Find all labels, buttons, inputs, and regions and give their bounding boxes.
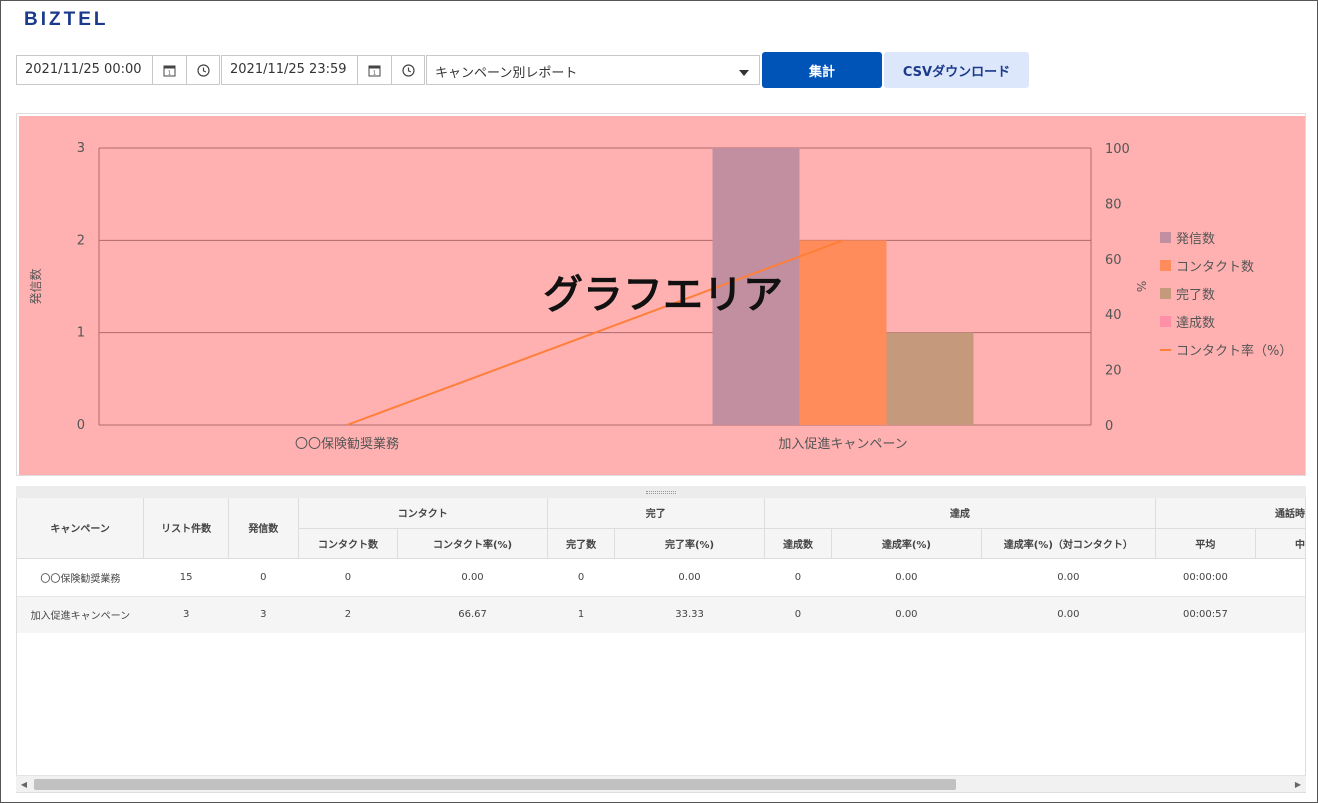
cell-achieve-count: 0 xyxy=(764,558,832,597)
cell-complete-rate: 33.33 xyxy=(614,596,765,633)
col-header-complete-count[interactable]: 完了数 xyxy=(547,528,616,559)
y2-tick-label: 60 xyxy=(1105,253,1122,268)
legend-label: 発信数 xyxy=(1176,232,1215,247)
cell-complete-count: 0 xyxy=(547,558,615,597)
legend-swatch xyxy=(1160,316,1171,327)
end-datetime-value: 2021/11/25 23:59 xyxy=(230,62,347,77)
csv-download-button[interactable]: CSVダウンロード xyxy=(884,52,1029,88)
cell-calls: 3 xyxy=(228,596,299,633)
start-datetime-field[interactable]: 2021/11/25 00:00 1 xyxy=(16,55,220,85)
grip-icon xyxy=(646,490,676,494)
col-header-complete-rate[interactable]: 完了率(%) xyxy=(614,528,765,559)
campaign-chart: 0 1 2 3 0 20 40 60 80 100 発信数 % 〇〇保険勧奨業務 加入促進キャンペーン グラ… xyxy=(28,141,1292,452)
start-datetime-value: 2021/11/25 00:00 xyxy=(25,62,142,77)
y2-tick-label: 100 xyxy=(1105,142,1130,157)
cell-campaign: 加入促進キャンペーン xyxy=(17,596,144,633)
legend-label: 完了数 xyxy=(1176,288,1215,303)
col-header-campaign[interactable]: キャンペーン xyxy=(17,498,145,559)
y2-tick-label: 0 xyxy=(1105,419,1113,434)
y2-tick-label: 80 xyxy=(1105,197,1122,212)
scroll-left-arrow-icon[interactable]: ◀ xyxy=(16,776,32,793)
y-tick-label: 2 xyxy=(77,233,85,248)
cell-cut xyxy=(1255,558,1305,597)
table-row[interactable]: 〇〇保険勧奨業務 15 0 0 0.00 0 0.00 0 0.00 0.00 … xyxy=(17,558,1305,597)
report-type-value: キャンペーン別レポート xyxy=(435,66,578,81)
cell-calls: 0 xyxy=(228,558,299,597)
calendar-icon[interactable]: 1 xyxy=(357,56,391,84)
cell-complete-count: 1 xyxy=(547,596,615,633)
chart-area-label: グラフエリア xyxy=(543,272,783,318)
cell-achieve-rate: 0.00 xyxy=(831,596,982,633)
y2-tick-label: 20 xyxy=(1105,364,1122,379)
y-axis-title: 発信数 xyxy=(28,268,43,304)
cell-contact-count: 2 xyxy=(298,596,398,633)
legend-label: 達成数 xyxy=(1176,316,1215,331)
y-tick-label: 0 xyxy=(77,418,85,433)
chart-panel: 0 1 2 3 0 20 40 60 80 100 発信数% 〇〇保険勧奨業務 加入促進キャンペーン グラ… xyxy=(16,113,1306,476)
y2-axis-title: % xyxy=(1134,281,1148,292)
cell-average: 00:00:00 xyxy=(1155,558,1256,597)
cell-contact-rate: 0.00 xyxy=(397,558,548,597)
legend-label: コンタクト数 xyxy=(1176,260,1254,275)
col-header-contact-rate[interactable]: コンタクト率(%) xyxy=(397,528,548,559)
cell-achieve-rate: 0.00 xyxy=(831,558,982,597)
col-header-achieve-rate-contact[interactable]: 達成率(%)（対コンタクト） xyxy=(981,528,1157,559)
campaign-report-table: キャンペーン リスト件数 発信数 コンタクト 完了 達成 通話時 コンタクト数 … xyxy=(17,498,1305,633)
group-header-achieve: 達成 xyxy=(764,498,1157,529)
col-header-list-count[interactable]: リスト件数 xyxy=(143,498,229,559)
chevron-down-icon xyxy=(739,66,749,81)
legend-swatch xyxy=(1160,288,1171,299)
group-header-contact: コンタクト xyxy=(298,498,548,529)
cell-list-count: 3 xyxy=(143,596,229,633)
biztel-logo: BIZTEL xyxy=(24,9,109,30)
clock-icon[interactable] xyxy=(391,56,425,84)
group-header-complete: 完了 xyxy=(547,498,765,529)
end-datetime-field[interactable]: 2021/11/25 23:59 1 xyxy=(221,55,425,85)
col-header-calls[interactable]: 発信数 xyxy=(228,498,299,559)
col-header-contact-count[interactable]: コンタクト数 xyxy=(298,528,399,559)
cell-list-count: 15 xyxy=(143,558,229,597)
scrollbar-thumb[interactable] xyxy=(34,779,956,790)
col-header-achieve-count[interactable]: 達成数 xyxy=(764,528,833,559)
cell-complete-rate: 0.00 xyxy=(614,558,765,597)
y-tick-label: 1 xyxy=(77,326,85,341)
table-row[interactable]: 加入促進キャンペーン 3 3 2 66.67 1 33.33 0 0.00 0.… xyxy=(17,596,1305,633)
col-header-average[interactable]: 平均 xyxy=(1155,528,1256,559)
x-tick-label: 〇〇保険勧奨業務 xyxy=(295,436,399,452)
col-header-achieve-rate[interactable]: 達成率(%) xyxy=(831,528,982,559)
cell-contact-count: 0 xyxy=(298,558,398,597)
cell-cut xyxy=(1255,596,1305,633)
cell-campaign: 〇〇保険勧奨業務 xyxy=(17,558,144,597)
horizontal-scrollbar[interactable]: ◀ ▶ xyxy=(16,775,1306,792)
panel-resize-handle[interactable] xyxy=(16,486,1306,498)
legend-swatch xyxy=(1160,232,1171,243)
svg-text:1: 1 xyxy=(168,70,171,76)
cell-achieve-rate-contact: 0.00 xyxy=(981,596,1156,633)
cell-average: 00:00:57 xyxy=(1155,596,1256,633)
legend-swatch xyxy=(1160,260,1171,271)
scroll-right-arrow-icon[interactable]: ▶ xyxy=(1290,776,1306,793)
bar-3 xyxy=(886,332,974,425)
report-type-select[interactable]: キャンペーン別レポート xyxy=(426,55,760,85)
y2-tick-label: 40 xyxy=(1105,308,1122,323)
campaign-table-panel: キャンペーン リスト件数 発信数 コンタクト 完了 達成 通話時 コンタクト数 … xyxy=(16,498,1306,793)
legend-label: コンタクト率（%） xyxy=(1176,343,1292,359)
aggregate-button[interactable]: 集計 xyxy=(762,52,882,88)
cell-achieve-rate-contact: 0.00 xyxy=(981,558,1156,597)
cell-contact-rate: 66.67 xyxy=(397,596,548,633)
calendar-icon[interactable]: 1 xyxy=(152,56,186,84)
svg-text:1: 1 xyxy=(373,70,376,76)
cell-achieve-count: 0 xyxy=(764,596,832,633)
col-header-cut[interactable]: 中 xyxy=(1255,528,1305,559)
clock-icon[interactable] xyxy=(186,56,220,84)
x-tick-label: 加入促進キャンペーン xyxy=(778,437,907,452)
group-header-talk-time: 通話時 xyxy=(1155,498,1305,529)
bar-2 xyxy=(799,240,887,425)
y-tick-label: 3 xyxy=(77,141,85,156)
